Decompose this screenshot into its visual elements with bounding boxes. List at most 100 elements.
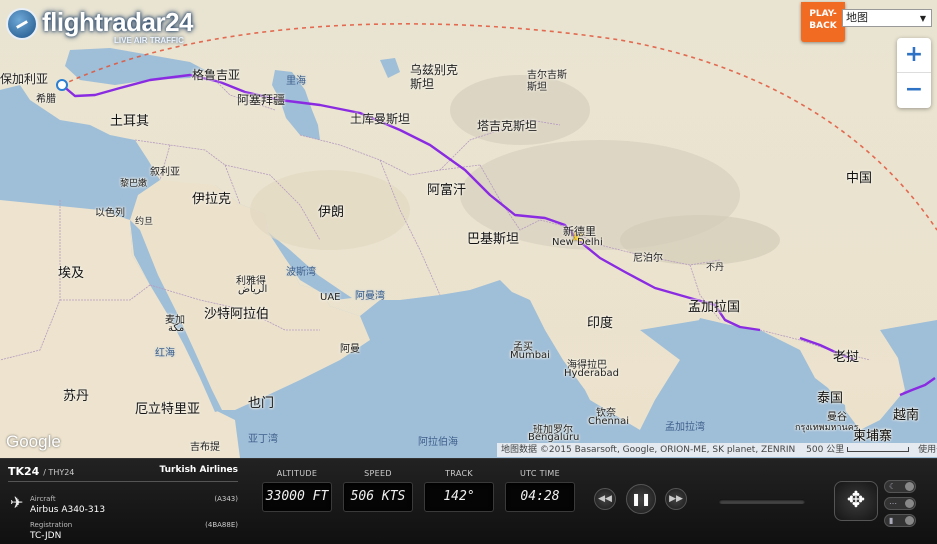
label-egypt: 埃及: [58, 266, 85, 281]
route-toggle[interactable]: ⋯: [884, 497, 916, 510]
airline-name: Turkish Airlines: [159, 465, 239, 475]
label-bengaluru-en: Bengaluru: [528, 432, 580, 443]
altitude-value: 33000 FT: [262, 482, 332, 512]
label-nepal: 尼泊尔: [633, 253, 663, 264]
brand-wordmark: flightradar24: [42, 7, 194, 37]
label-syria: 叙利亚: [150, 167, 180, 178]
airplane-icon: ✈: [10, 493, 24, 512]
center-on-aircraft-icon[interactable]: ✥: [834, 481, 878, 521]
playback-button[interactable]: PLAY- BACK: [801, 2, 845, 42]
radar-logo-icon: [6, 8, 38, 40]
label-tajikistan: 塔吉克斯坦: [477, 119, 538, 133]
aircraft-type: Airbus A340-313: [30, 505, 106, 515]
stats-toggle[interactable]: ▮: [884, 514, 916, 527]
map-view[interactable]: ✈ 保加利亚 希腊 土耳其 格鲁吉亚 阿塞拜疆 里海 乌兹别克 斯坦 吉尔吉斯 …: [0, 0, 937, 458]
speed-label: SPEED: [364, 469, 392, 478]
label-newdelhi-en: New Delhi: [552, 237, 603, 248]
zoom-in-button[interactable]: +: [897, 38, 931, 73]
scale-label: 500 公里: [806, 445, 845, 455]
label-georgia: 格鲁吉亚: [192, 68, 241, 82]
label-thailand: 泰国: [817, 391, 844, 406]
label-jordan: 约旦: [135, 217, 154, 227]
flight-number-value: TK24: [8, 465, 40, 478]
label-afghanistan: 阿富汗: [427, 183, 467, 198]
playback-label-line1: PLAY-: [809, 9, 837, 19]
label-turkey: 土耳其: [110, 114, 150, 129]
label-oman: 阿曼: [340, 344, 360, 355]
label-india: 印度: [587, 316, 614, 331]
registration-code: (4BA88E): [205, 521, 238, 529]
label-iran: 伊朗: [318, 205, 345, 220]
label-eritrea: 厄立特里亚: [135, 402, 201, 417]
map-type-select[interactable]: 地图 ▼: [842, 9, 932, 27]
label-bulgaria: 保加利亚: [0, 72, 49, 86]
label-iraq: 伊拉克: [192, 192, 232, 207]
label-greece: 希腊: [36, 94, 56, 105]
label-persian-gulf: 波斯湾: [286, 267, 316, 278]
label-kyrgyzstan: 吉尔吉斯 斯坦: [527, 70, 567, 93]
label-china: 中国: [846, 171, 873, 186]
aircraft-code: (A343): [214, 495, 238, 503]
label-lebanon: 黎巴嫩: [120, 179, 148, 189]
utc-time-gauge: UTC TIME 04:28: [505, 469, 575, 512]
utc-time-label: UTC TIME: [519, 469, 560, 478]
registration-label: Registration: [30, 521, 73, 529]
zoom-out-button[interactable]: −: [897, 73, 931, 108]
track-label: TRACK: [445, 469, 473, 478]
chevron-down-icon: ▼: [919, 14, 926, 23]
label-cambodia: 柬埔寨: [853, 429, 893, 444]
flight-number: TK24 / THY24: [8, 465, 74, 478]
label-caspian: 里海: [286, 76, 306, 87]
utc-time-value: 04:28: [505, 482, 575, 512]
label-djibouti: 吉布提: [190, 442, 220, 453]
label-azerbaijan: 阿塞拜疆: [237, 93, 286, 107]
label-bangkok-th: กรุงเทพมหานคร: [795, 423, 859, 433]
terms-link[interactable]: 使用条款: [918, 445, 937, 455]
label-bangladesh: 孟加拉国: [688, 300, 741, 315]
label-chennai-en: Chennai: [588, 416, 630, 427]
label-uae: UAE: [320, 292, 341, 303]
label-sudan: 苏丹: [63, 389, 90, 404]
rewind-icon[interactable]: ◀◀: [594, 488, 616, 510]
registration-value: TC-JDN: [30, 531, 62, 541]
label-uzbekistan: 乌兹别克 斯坦: [410, 63, 459, 91]
track-value: 142°: [424, 482, 494, 512]
playback-label-line2: BACK: [809, 21, 837, 31]
label-turkmenistan: 土库曼斯坦: [350, 112, 411, 126]
label-saudi: 沙特阿拉伯: [204, 307, 270, 322]
label-arabian-sea: 阿拉伯海: [418, 437, 458, 448]
flightradar24-logo[interactable]: flightradar24 LIVE AIR TRAFFIC: [6, 7, 194, 50]
label-oman-gulf: 阿曼湾: [355, 291, 385, 302]
speed-gauge: SPEED 506 KTS: [343, 469, 413, 512]
zoom-control: + −: [897, 38, 931, 108]
label-mumbai-en: Mumbai: [510, 350, 550, 361]
altitude-label: ALTITUDE: [276, 469, 318, 478]
label-yemen: 也门: [248, 396, 275, 411]
google-logo[interactable]: Google: [6, 432, 61, 452]
aircraft-label: Aircraft: [30, 495, 56, 503]
night-mode-toggle[interactable]: ☾: [884, 480, 916, 493]
label-riyadh-ar: الرياض: [238, 284, 268, 295]
label-pakistan: 巴基斯坦: [467, 232, 520, 247]
attribution-text: 地图数据 ©2015 Basarsoft, Google, ORION-ME, …: [501, 445, 796, 455]
pause-icon[interactable]: ❚❚: [626, 484, 656, 514]
fast-forward-icon[interactable]: ▶▶: [665, 488, 687, 510]
label-hyderabad-en: Hyderabad: [564, 368, 619, 379]
label-red-sea: 红海: [155, 348, 175, 359]
playback-progress-slider[interactable]: [719, 499, 805, 504]
brand-tagline: LIVE AIR TRAFFIC: [114, 36, 184, 45]
track-gauge: TRACK 142°: [424, 469, 494, 512]
flight-info-panel: TK24 / THY24 Turkish Airlines ✈ Aircraft…: [0, 458, 937, 544]
label-bay-bengal: 孟加拉湾: [665, 422, 705, 433]
scale-bar[interactable]: 500 公里: [806, 443, 915, 457]
altitude-gauge: ALTITUDE 33000 FT: [262, 469, 332, 512]
flight-details: TK24 / THY24 Turkish Airlines ✈ Aircraft…: [8, 465, 239, 541]
speed-value: 506 KTS: [343, 482, 413, 512]
label-laos: 老挝: [833, 350, 860, 365]
label-mecca-ar: مكة: [168, 323, 185, 334]
label-gulf-aden: 亚丁湾: [248, 434, 278, 445]
callsign: / THY24: [43, 468, 75, 477]
label-vietnam: 越南: [893, 408, 920, 423]
map-type-value: 地图: [846, 11, 868, 24]
aircraft-info: Aircraft Airbus A340-313: [30, 495, 105, 515]
